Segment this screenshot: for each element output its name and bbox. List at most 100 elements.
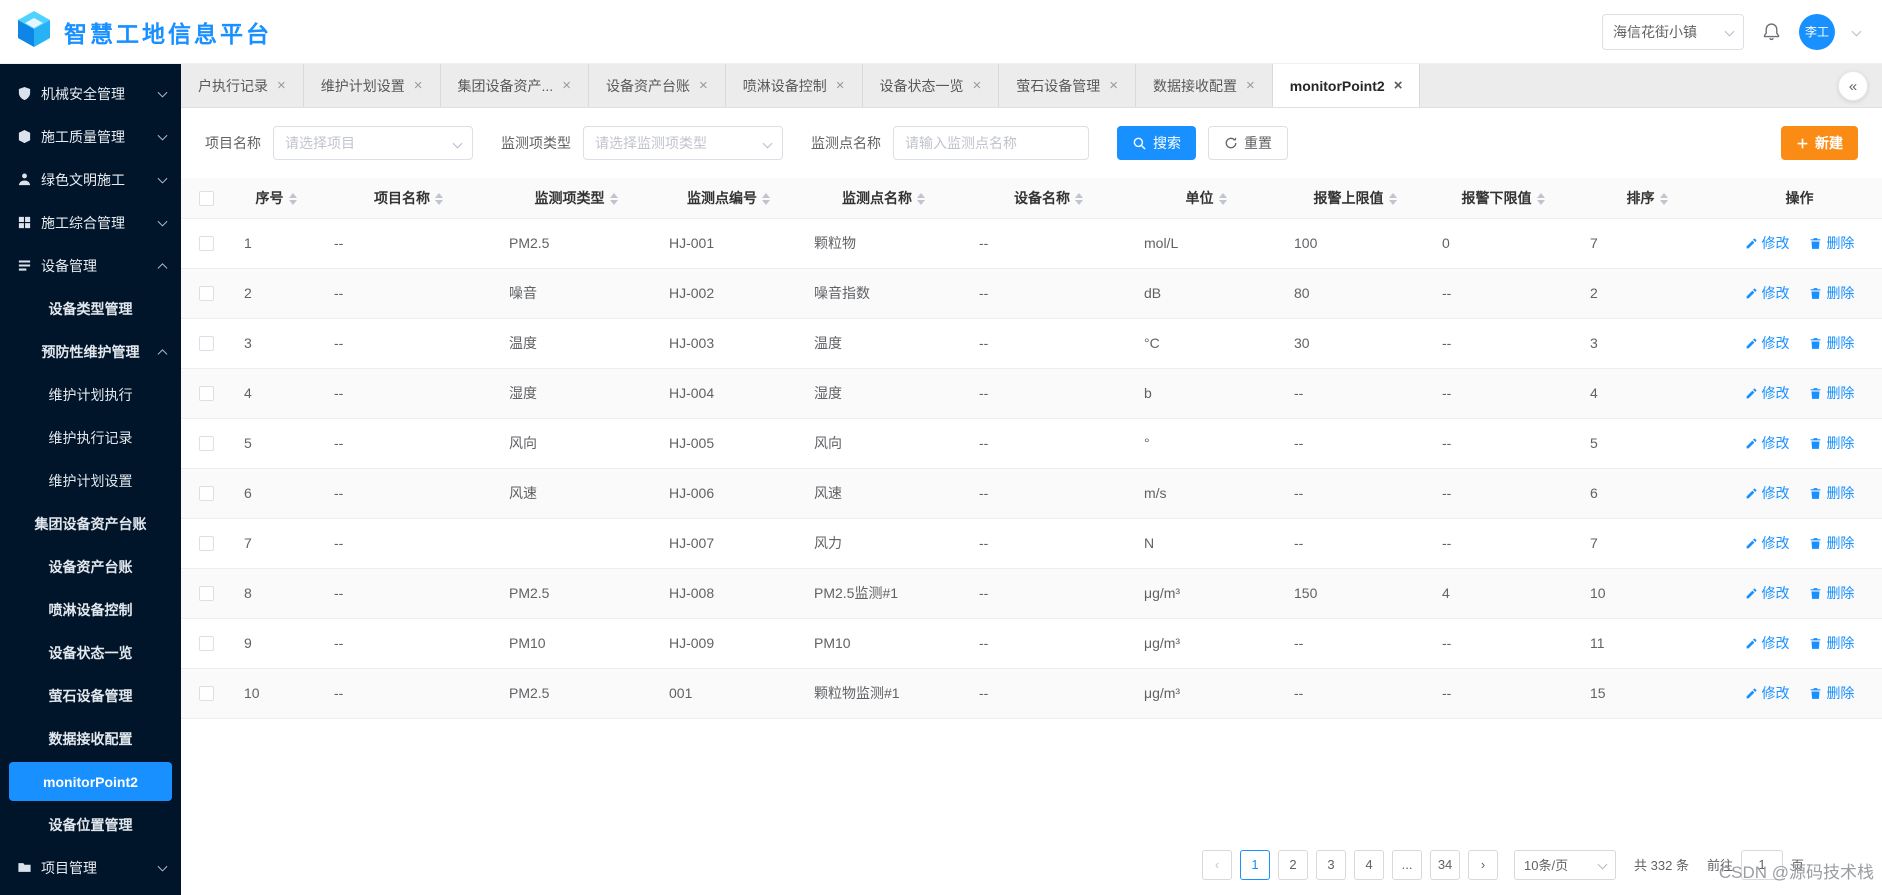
tab-close-icon[interactable]: × bbox=[836, 78, 845, 93]
page-button-4[interactable]: 4 bbox=[1354, 849, 1385, 880]
delete-link[interactable]: 删除 bbox=[1809, 683, 1854, 703]
delete-link[interactable]: 删除 bbox=[1809, 233, 1854, 253]
tab-喷淋设备控制[interactable]: 喷淋设备控制 × bbox=[726, 64, 863, 107]
reset-button[interactable]: 重置 bbox=[1208, 126, 1288, 160]
edit-link[interactable]: 修改 bbox=[1745, 583, 1790, 603]
delete-link[interactable]: 删除 bbox=[1809, 333, 1854, 353]
sidebar-item-数据接收配置[interactable]: 数据接收配置 bbox=[0, 717, 181, 760]
edit-link[interactable]: 修改 bbox=[1745, 633, 1790, 653]
edit-link[interactable]: 修改 bbox=[1745, 683, 1790, 703]
row-checkbox[interactable] bbox=[198, 686, 214, 702]
monitor-name-input[interactable] bbox=[893, 126, 1089, 160]
cell-sort-order: 2 bbox=[1577, 268, 1717, 319]
edit-link[interactable]: 修改 bbox=[1745, 433, 1790, 453]
sort-icon[interactable] bbox=[1659, 193, 1668, 206]
delete-link[interactable]: 删除 bbox=[1809, 533, 1854, 553]
sidebar-item-预防性维护管理[interactable]: 预防性维护管理 bbox=[0, 330, 181, 373]
row-checkbox[interactable] bbox=[198, 236, 214, 252]
prev-page-button[interactable]: ‹ bbox=[1202, 849, 1233, 880]
tab-close-icon[interactable]: × bbox=[562, 78, 571, 93]
sort-icon[interactable] bbox=[609, 193, 618, 206]
search-button[interactable]: 搜索 bbox=[1117, 126, 1196, 160]
sort-icon[interactable] bbox=[917, 193, 925, 206]
sidebar-item-维护计划设置[interactable]: 维护计划设置 bbox=[0, 459, 181, 502]
row-checkbox[interactable] bbox=[198, 386, 214, 402]
sidebar-item-集团设备资产台账[interactable]: 集团设备资产台账 bbox=[0, 502, 181, 545]
project-filter-select[interactable]: 请选择项目 bbox=[273, 126, 473, 160]
sidebar-item-construction-comprehensive[interactable]: 施工综合管理 bbox=[0, 201, 181, 244]
sidebar-item-维护计划执行[interactable]: 维护计划执行 bbox=[0, 373, 181, 416]
page-button-34[interactable]: 34 bbox=[1430, 849, 1461, 880]
tab-close-icon[interactable]: × bbox=[1394, 78, 1403, 93]
sidebar-item-设备资产台账[interactable]: 设备资产台账 bbox=[0, 545, 181, 588]
sidebar-item-project-management[interactable]: 项目管理 bbox=[0, 846, 181, 889]
user-menu-chevron-icon[interactable] bbox=[1851, 26, 1862, 37]
tab-close-icon[interactable]: × bbox=[277, 78, 286, 93]
edit-link[interactable]: 修改 bbox=[1745, 333, 1790, 353]
sidebar-item-construction-quality[interactable]: 施工质量管理 bbox=[0, 115, 181, 158]
sidebar-item-喷淋设备控制[interactable]: 喷淋设备控制 bbox=[0, 588, 181, 631]
row-checkbox[interactable] bbox=[198, 586, 214, 602]
sort-icon[interactable] bbox=[1218, 193, 1227, 206]
sidebar-item-mechanical-safety[interactable]: 机械安全管理 bbox=[0, 72, 181, 115]
delete-link[interactable]: 删除 bbox=[1809, 483, 1854, 503]
page-button-1[interactable]: 1 bbox=[1240, 849, 1271, 880]
avatar[interactable]: 李工 bbox=[1799, 13, 1835, 50]
tab-monitorPoint2[interactable]: monitorPoint2 × bbox=[1272, 64, 1421, 107]
tab-户执行记录[interactable]: 户执行记录 × bbox=[181, 64, 304, 107]
sort-icon[interactable] bbox=[1388, 193, 1397, 206]
sidebar-item-设备状态一览[interactable]: 设备状态一览 bbox=[0, 631, 181, 674]
row-checkbox[interactable] bbox=[198, 286, 214, 302]
sort-icon[interactable] bbox=[1536, 193, 1545, 206]
page-button-2[interactable]: 2 bbox=[1278, 849, 1309, 880]
tab-close-icon[interactable]: × bbox=[1246, 78, 1255, 93]
next-page-button[interactable]: › bbox=[1468, 849, 1499, 880]
delete-link[interactable]: 删除 bbox=[1809, 433, 1854, 453]
sidebar-item-设备类型管理[interactable]: 设备类型管理 bbox=[0, 287, 181, 330]
tab-维护计划设置[interactable]: 维护计划设置 × bbox=[304, 64, 441, 107]
jump-page-input[interactable] bbox=[1740, 849, 1783, 880]
page-button-3[interactable]: 3 bbox=[1316, 849, 1347, 880]
delete-link[interactable]: 删除 bbox=[1809, 283, 1854, 303]
tab-设备资产台账[interactable]: 设备资产台账 × bbox=[589, 64, 726, 107]
tab-close-icon[interactable]: × bbox=[414, 78, 423, 93]
sort-icon[interactable] bbox=[1075, 193, 1083, 206]
row-checkbox[interactable] bbox=[198, 336, 214, 352]
sidebar-item-green-civilization[interactable]: 绿色文明施工 bbox=[0, 158, 181, 201]
edit-link[interactable]: 修改 bbox=[1745, 483, 1790, 503]
edit-link[interactable]: 修改 bbox=[1745, 533, 1790, 553]
edit-link[interactable]: 修改 bbox=[1745, 233, 1790, 253]
sort-icon[interactable] bbox=[435, 193, 443, 206]
tab-集团设备资产...[interactable]: 集团设备资产... × bbox=[441, 64, 589, 107]
header-project-select[interactable]: 海信花街小镇 bbox=[1602, 13, 1744, 50]
tab-萤石设备管理[interactable]: 萤石设备管理 × bbox=[999, 64, 1137, 107]
delete-link[interactable]: 删除 bbox=[1809, 583, 1854, 603]
create-button[interactable]: 新建 bbox=[1781, 126, 1858, 160]
tab-close-icon[interactable]: × bbox=[973, 78, 982, 93]
sidebar-item-维护执行记录[interactable]: 维护执行记录 bbox=[0, 416, 181, 459]
type-filter-select[interactable]: 请选择监测项类型 bbox=[583, 126, 783, 160]
tab-数据接收配置[interactable]: 数据接收配置 × bbox=[1136, 64, 1273, 107]
row-checkbox[interactable] bbox=[198, 536, 214, 552]
page-size-select[interactable]: 10条/页 bbox=[1514, 849, 1617, 880]
tab-close-icon[interactable]: × bbox=[1109, 78, 1118, 93]
edit-link[interactable]: 修改 bbox=[1745, 283, 1790, 303]
sidebar-item-萤石设备管理[interactable]: 萤石设备管理 bbox=[0, 674, 181, 717]
edit-link[interactable]: 修改 bbox=[1745, 383, 1790, 403]
sort-icon[interactable] bbox=[288, 193, 297, 206]
sidebar-item-monitorPoint2[interactable]: monitorPoint2 bbox=[9, 762, 172, 801]
collapse-tabs-button[interactable]: « bbox=[1838, 71, 1868, 101]
sort-icon[interactable] bbox=[762, 193, 770, 206]
row-checkbox[interactable] bbox=[198, 636, 214, 652]
select-all-checkbox[interactable] bbox=[198, 191, 214, 207]
tab-设备状态一览[interactable]: 设备状态一览 × bbox=[863, 64, 1000, 107]
bell-icon[interactable] bbox=[1762, 22, 1781, 41]
sidebar-item-设备位置管理[interactable]: 设备位置管理 bbox=[0, 803, 181, 846]
page-ellipsis[interactable]: ... bbox=[1392, 849, 1423, 880]
sidebar-item-equipment-management[interactable]: 设备管理 bbox=[0, 244, 181, 287]
delete-link[interactable]: 删除 bbox=[1809, 633, 1854, 653]
delete-link[interactable]: 删除 bbox=[1809, 383, 1854, 403]
row-checkbox[interactable] bbox=[198, 436, 214, 452]
row-checkbox[interactable] bbox=[198, 486, 214, 502]
tab-close-icon[interactable]: × bbox=[699, 78, 708, 93]
